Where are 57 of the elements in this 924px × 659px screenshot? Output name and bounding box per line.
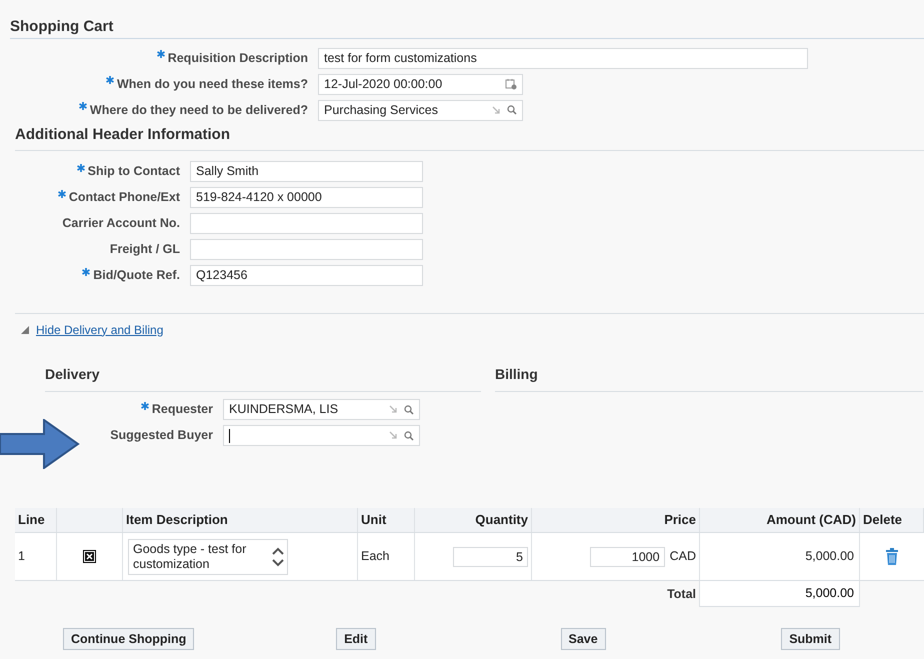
table-cell-text: 1 <box>18 548 25 566</box>
field-label: Carrier Account No. <box>62 215 180 232</box>
action-button[interactable]: Continue Shopping <box>62 628 194 650</box>
column-header: Quantity <box>475 511 528 530</box>
arrow-icon <box>389 405 398 414</box>
column-header: Price <box>664 511 696 530</box>
total-amount: 5,000.00 <box>805 585 854 602</box>
lookup-field[interactable]: Purchasing Services <box>318 100 523 120</box>
text-cursor <box>229 428 230 442</box>
input-field[interactable]: 519-824-4120 x 00000 <box>190 187 423 208</box>
total-label: Total <box>667 586 696 603</box>
x-box-icon[interactable] <box>83 550 96 563</box>
description-textarea[interactable]: Goods type - test for customization <box>128 538 288 574</box>
field-label: Contact Phone/Ext <box>68 189 180 206</box>
input-field[interactable]: test for form customizations <box>318 48 808 68</box>
quantity-field[interactable]: 5 <box>453 546 528 566</box>
arrow-icon <box>389 431 398 440</box>
field-label: Requisition Description <box>168 50 308 67</box>
field-label: When do you need these items? <box>117 76 308 93</box>
action-button[interactable]: Edit <box>336 628 376 650</box>
column-header: Amount (CAD) <box>766 511 856 530</box>
column-header: Line <box>18 511 45 530</box>
field-label: Requester <box>152 401 213 418</box>
field-label: Suggested Buyer <box>110 427 213 444</box>
action-button[interactable]: Save <box>560 628 606 650</box>
lookup-field[interactable] <box>223 425 420 446</box>
calendar-icon <box>505 78 517 90</box>
field-label: Freight / GL <box>110 241 180 258</box>
table-cell-text: Each <box>361 548 390 566</box>
input-field[interactable] <box>190 239 423 260</box>
column-header: Delete <box>863 511 902 530</box>
pointer-arrow-icon <box>0 419 80 469</box>
section-title: Billing <box>495 364 539 384</box>
page-title: Shopping Cart <box>10 17 114 36</box>
trash-icon[interactable] <box>885 548 899 566</box>
input-field[interactable]: Q123456 <box>190 265 423 286</box>
hide-delivery-link[interactable]: Hide Delivery and Biling <box>36 320 164 338</box>
lookup-field[interactable]: KUINDERSMA, LIS <box>223 399 420 420</box>
section-title: Additional Header Information <box>14 125 232 145</box>
field-label: Ship to Contact <box>88 163 180 180</box>
arrow-icon <box>492 106 501 114</box>
search-icon[interactable] <box>404 404 414 414</box>
table-cell-text: 5,000.00 <box>805 548 854 566</box>
column-header: Unit <box>361 511 386 530</box>
input-field[interactable]: Sally Smith <box>190 161 423 182</box>
action-button[interactable]: Submit <box>781 628 840 650</box>
search-icon[interactable] <box>404 430 414 440</box>
date-field[interactable]: 12-Jul-2020 00:00:00 <box>318 74 523 94</box>
collapse-triangle-icon[interactable] <box>20 324 30 334</box>
field-label: Bid/Quote Ref. <box>93 267 180 284</box>
currency-label: CAD <box>670 548 696 566</box>
field-label: Where do they need to be delivered? <box>90 102 308 119</box>
input-field[interactable] <box>190 213 423 234</box>
search-icon[interactable] <box>507 105 517 115</box>
column-header: Item Description <box>126 511 228 530</box>
section-title: Delivery <box>45 364 100 384</box>
price-field[interactable]: 1000 <box>590 546 665 566</box>
